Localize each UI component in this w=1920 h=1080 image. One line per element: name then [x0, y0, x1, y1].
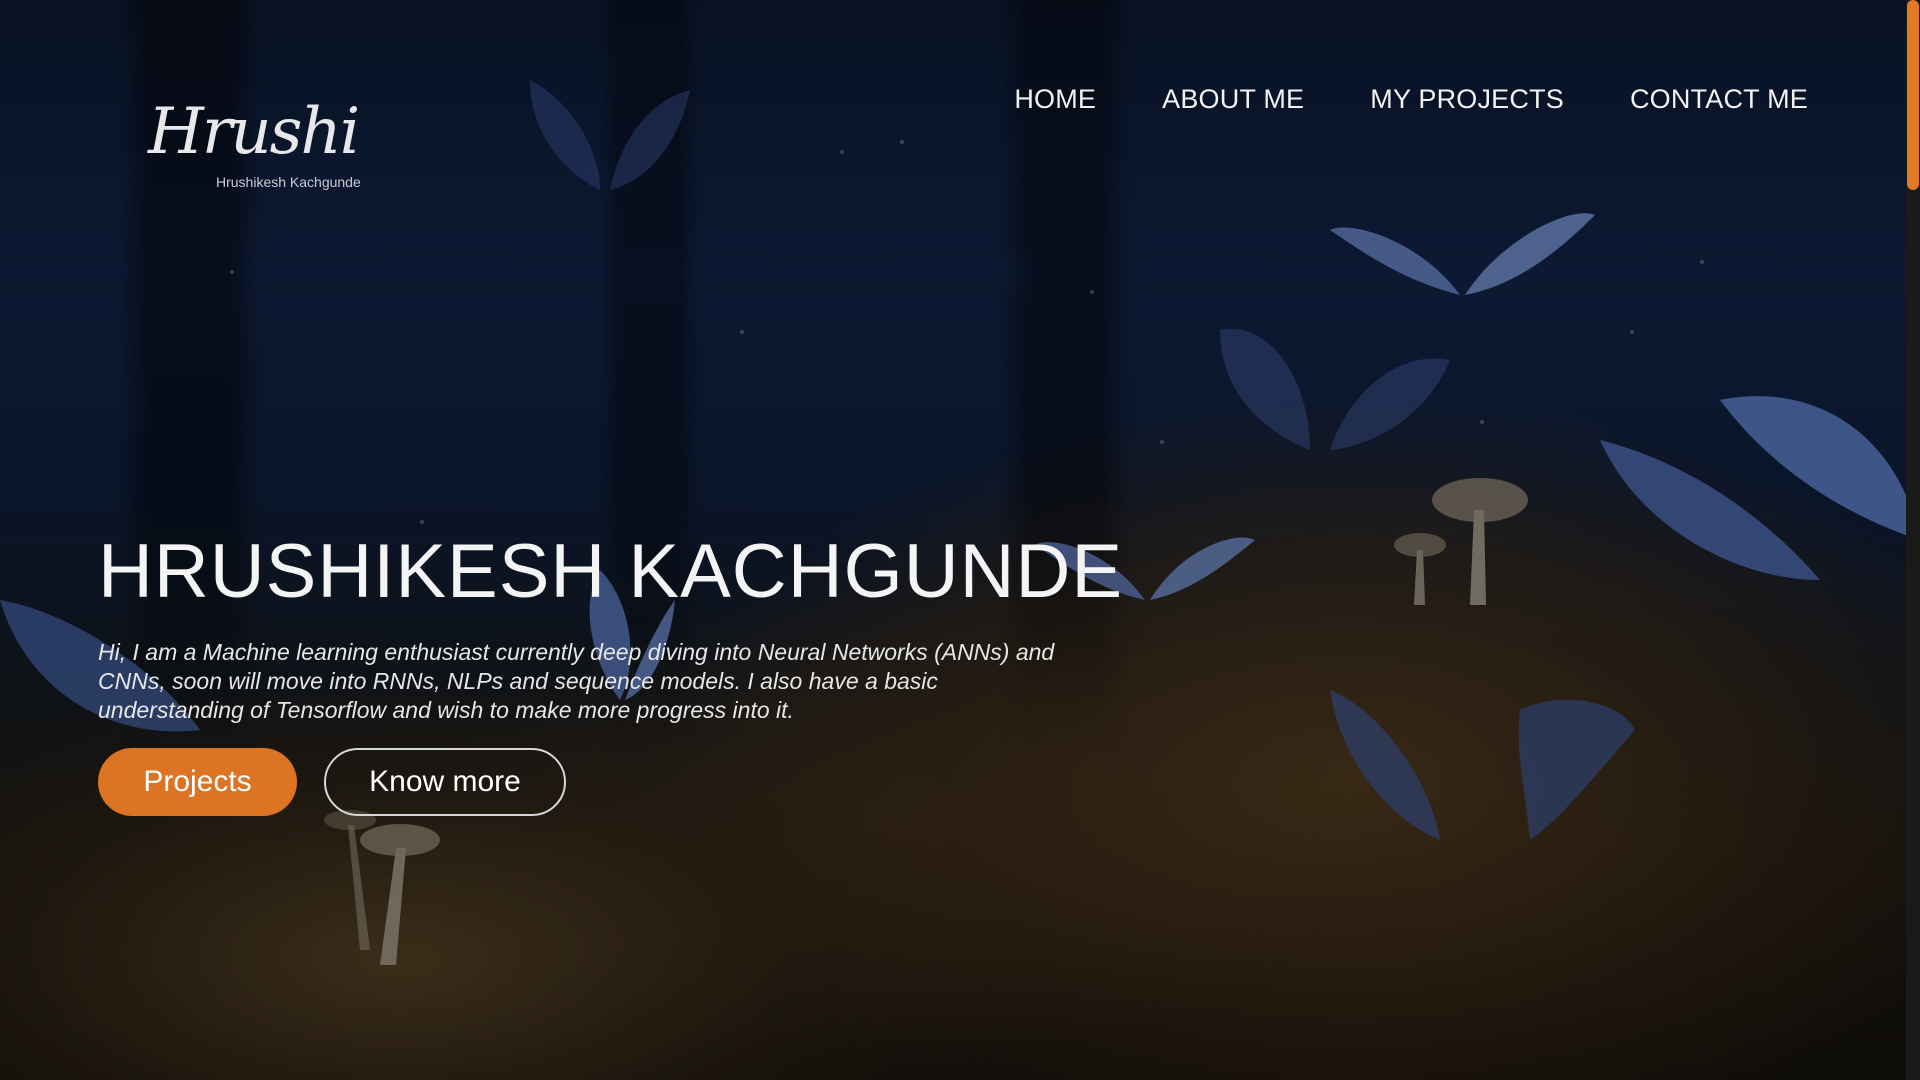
nav-about-me[interactable]: ABOUT ME [1162, 84, 1304, 115]
nav-my-projects[interactable]: MY PROJECTS [1370, 84, 1564, 115]
projects-button[interactable]: Projects [98, 748, 297, 816]
page: Hrushi Hrushikesh Kachgunde HOME ABOUT M… [0, 0, 1920, 1080]
logo-subtitle: Hrushikesh Kachgunde [216, 174, 361, 190]
site-logo[interactable]: Hrushi Hrushikesh Kachgunde [148, 100, 368, 200]
know-more-button[interactable]: Know more [324, 748, 566, 816]
nav-home[interactable]: HOME [1014, 84, 1096, 115]
main-nav: HOME ABOUT ME MY PROJECTS CONTACT ME [1014, 84, 1808, 115]
hero-description: Hi, I am a Machine learning enthusiast c… [98, 639, 1055, 723]
nav-contact-me[interactable]: CONTACT ME [1630, 84, 1808, 115]
scrollbar-thumb[interactable] [1907, 0, 1919, 190]
logo-script-text: Hrushi [148, 95, 360, 169]
scrollbar[interactable] [1906, 0, 1920, 1080]
hero-title: HRUSHIKESH KACHGUNDE [98, 529, 1124, 614]
